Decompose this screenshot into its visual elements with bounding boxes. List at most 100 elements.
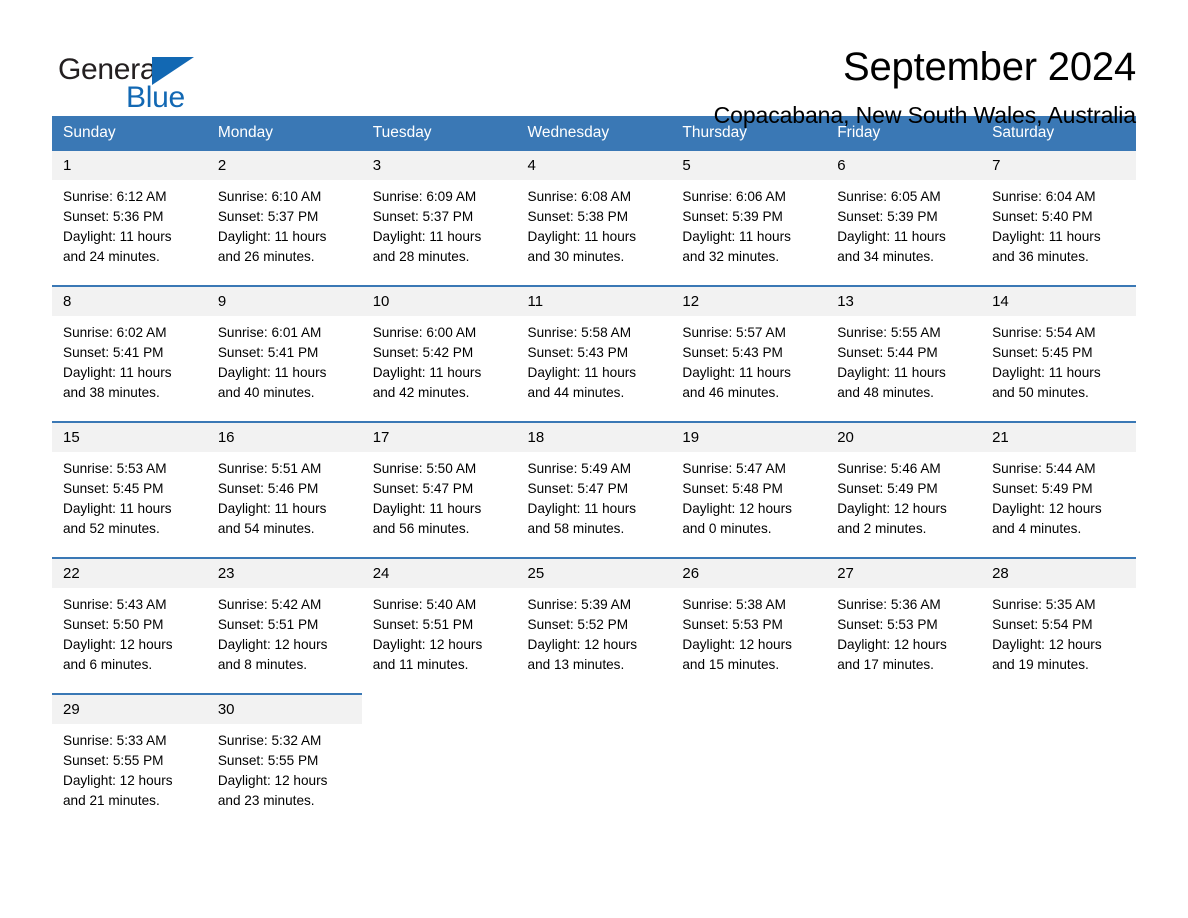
sunset-text: Sunset: 5:45 PM [63, 481, 164, 496]
day-number[interactable]: 12 [671, 285, 827, 316]
day-number[interactable]: 29 [52, 693, 207, 724]
empty-day-cell [826, 694, 982, 724]
day-number[interactable]: 14 [981, 285, 1136, 316]
day-number[interactable]: 15 [52, 421, 207, 452]
day-number[interactable]: 24 [361, 557, 517, 588]
day-cell[interactable]: Sunrise: 6:08 AM Sunset: 5:38 PM Dayligh… [516, 180, 672, 286]
empty-day-cell [671, 724, 827, 829]
day-number[interactable]: 6 [826, 151, 982, 180]
daylight-text: Daylight: 12 hours [217, 637, 328, 652]
sunset-text: Sunset: 5:43 PM [682, 345, 783, 360]
daylight-text-cont: and 19 minutes. [992, 657, 1089, 672]
day-number[interactable]: 26 [671, 557, 827, 588]
day-cell[interactable]: Sunrise: 6:02 AM Sunset: 5:41 PM Dayligh… [52, 316, 207, 422]
sunrise-text: Sunrise: 5:55 AM [837, 325, 941, 340]
day-cell[interactable]: Sunrise: 5:47 AM Sunset: 5:48 PM Dayligh… [671, 452, 827, 558]
generalblue-logo[interactable]: General Blue [52, 44, 202, 114]
day-number[interactable]: 1 [52, 151, 207, 180]
day-number[interactable]: 27 [826, 557, 982, 588]
sunrise-text: Sunrise: 5:39 AM [527, 597, 632, 612]
sunset-text: Sunset: 5:47 PM [527, 481, 629, 496]
day-cell[interactable]: Sunrise: 5:50 AM Sunset: 5:47 PM Dayligh… [361, 452, 517, 558]
day-number[interactable]: 16 [206, 421, 362, 452]
day-number[interactable]: 28 [981, 557, 1136, 588]
day-number[interactable]: 20 [826, 421, 982, 452]
sunrise-text: Sunrise: 5:50 AM [372, 461, 477, 476]
day-cell[interactable]: Sunrise: 5:55 AM Sunset: 5:44 PM Dayligh… [826, 316, 982, 422]
day-number[interactable]: 19 [671, 421, 827, 452]
day-number[interactable]: 8 [52, 285, 207, 316]
day-cell[interactable]: Sunrise: 5:53 AM Sunset: 5:45 PM Dayligh… [52, 452, 207, 558]
day-number[interactable]: 23 [206, 557, 362, 588]
day-number[interactable]: 11 [516, 285, 672, 316]
daylight-text-cont: and 40 minutes. [217, 385, 315, 400]
calendar-page: General Blue September 2024 Copacabana, … [0, 0, 1188, 918]
day-cell[interactable]: Sunrise: 5:32 AM Sunset: 5:55 PM Dayligh… [206, 724, 362, 829]
day-number[interactable]: 9 [206, 285, 362, 316]
day-cell[interactable]: Sunrise: 6:01 AM Sunset: 5:41 PM Dayligh… [206, 316, 362, 422]
sunrise-text: Sunrise: 6:04 AM [992, 189, 1096, 204]
empty-day-cell [826, 724, 982, 829]
daylight-text-cont: and 0 minutes. [682, 521, 772, 536]
sunrise-text: Sunrise: 5:43 AM [63, 597, 167, 612]
daylight-text: Daylight: 12 hours [682, 501, 792, 516]
day-number[interactable]: 13 [826, 285, 982, 316]
sunset-text: Sunset: 5:49 PM [837, 481, 938, 496]
empty-day-cell [981, 694, 1136, 724]
daylight-text-cont: and 6 minutes. [63, 657, 153, 672]
day-number[interactable]: 3 [361, 151, 517, 180]
week-daynumbers-row: 8 9 10 11 12 13 14 [52, 285, 1136, 316]
day-cell[interactable]: Sunrise: 5:51 AM Sunset: 5:46 PM Dayligh… [206, 452, 362, 558]
weekday-header-wednesday: Wednesday [516, 116, 672, 151]
day-number[interactable]: 17 [361, 421, 517, 452]
sunrise-text: Sunrise: 5:32 AM [217, 733, 322, 748]
daylight-text-cont: and 15 minutes. [682, 657, 780, 672]
day-number[interactable]: 22 [52, 557, 207, 588]
day-cell[interactable]: Sunrise: 5:39 AM Sunset: 5:52 PM Dayligh… [516, 588, 672, 694]
day-number[interactable]: 5 [671, 151, 827, 180]
daylight-text: Daylight: 11 hours [682, 365, 791, 380]
day-cell[interactable]: Sunrise: 5:43 AM Sunset: 5:50 PM Dayligh… [52, 588, 207, 694]
day-cell[interactable]: Sunrise: 6:09 AM Sunset: 5:37 PM Dayligh… [361, 180, 517, 286]
day-cell[interactable]: Sunrise: 5:33 AM Sunset: 5:55 PM Dayligh… [52, 724, 207, 829]
day-cell[interactable]: Sunrise: 6:12 AM Sunset: 5:36 PM Dayligh… [52, 180, 207, 286]
day-cell[interactable]: Sunrise: 5:54 AM Sunset: 5:45 PM Dayligh… [981, 316, 1136, 422]
day-cell[interactable]: Sunrise: 6:04 AM Sunset: 5:40 PM Dayligh… [981, 180, 1136, 286]
day-number[interactable]: 10 [361, 285, 517, 316]
sunrise-text: Sunrise: 5:49 AM [527, 461, 632, 476]
day-number[interactable]: 2 [206, 151, 362, 180]
title-block: September 2024 Copacabana, New South Wal… [714, 44, 1137, 130]
day-cell[interactable]: Sunrise: 6:00 AM Sunset: 5:42 PM Dayligh… [361, 316, 517, 422]
day-cell[interactable]: Sunrise: 5:44 AM Sunset: 5:49 PM Dayligh… [981, 452, 1136, 558]
day-cell[interactable]: Sunrise: 5:35 AM Sunset: 5:54 PM Dayligh… [981, 588, 1136, 694]
day-cell[interactable]: Sunrise: 5:57 AM Sunset: 5:43 PM Dayligh… [671, 316, 827, 422]
sunrise-text: Sunrise: 5:46 AM [837, 461, 941, 476]
sunrise-text: Sunrise: 5:40 AM [372, 597, 477, 612]
empty-day-cell [361, 724, 517, 829]
daylight-text: Daylight: 11 hours [992, 229, 1101, 244]
daylight-text: Daylight: 12 hours [837, 501, 947, 516]
sunrise-text: Sunrise: 6:06 AM [682, 189, 786, 204]
day-cell[interactable]: Sunrise: 5:49 AM Sunset: 5:47 PM Dayligh… [516, 452, 672, 558]
day-cell[interactable]: Sunrise: 5:38 AM Sunset: 5:53 PM Dayligh… [671, 588, 827, 694]
day-cell[interactable]: Sunrise: 5:46 AM Sunset: 5:49 PM Dayligh… [826, 452, 982, 558]
day-cell[interactable]: Sunrise: 6:06 AM Sunset: 5:39 PM Dayligh… [671, 180, 827, 286]
day-number[interactable]: 21 [981, 421, 1136, 452]
day-cell[interactable]: Sunrise: 5:42 AM Sunset: 5:51 PM Dayligh… [206, 588, 362, 694]
day-cell[interactable]: Sunrise: 5:40 AM Sunset: 5:51 PM Dayligh… [361, 588, 517, 694]
day-number[interactable]: 30 [206, 693, 362, 724]
day-cell[interactable]: Sunrise: 5:58 AM Sunset: 5:43 PM Dayligh… [516, 316, 672, 422]
day-cell[interactable]: Sunrise: 5:36 AM Sunset: 5:53 PM Dayligh… [826, 588, 982, 694]
sunset-text: Sunset: 5:38 PM [527, 209, 629, 224]
sunrise-text: Sunrise: 5:35 AM [992, 597, 1096, 612]
daylight-text-cont: and 34 minutes. [837, 249, 934, 264]
day-number[interactable]: 25 [516, 557, 672, 588]
daylight-text: Daylight: 12 hours [527, 637, 638, 652]
day-number[interactable]: 18 [516, 421, 672, 452]
day-cell[interactable]: Sunrise: 6:10 AM Sunset: 5:37 PM Dayligh… [206, 180, 362, 286]
daylight-text: Daylight: 11 hours [63, 365, 172, 380]
sunrise-text: Sunrise: 6:12 AM [63, 189, 167, 204]
day-number[interactable]: 7 [981, 151, 1136, 180]
day-number[interactable]: 4 [516, 151, 672, 180]
day-cell[interactable]: Sunrise: 6:05 AM Sunset: 5:39 PM Dayligh… [826, 180, 982, 286]
